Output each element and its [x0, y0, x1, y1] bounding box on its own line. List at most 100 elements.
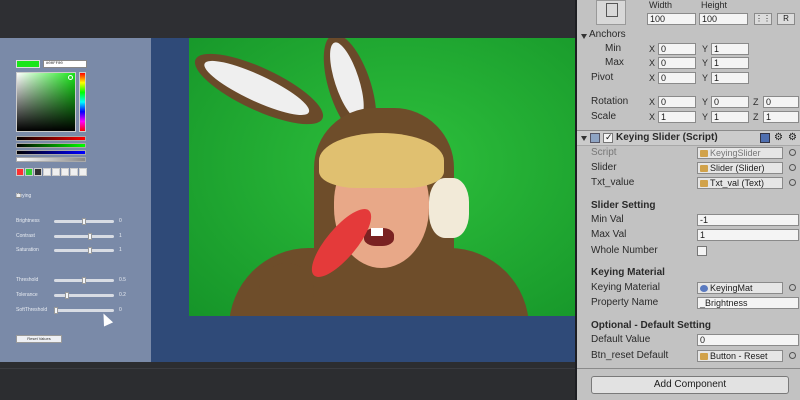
color-swatch[interactable] [16, 60, 40, 68]
color-preset-swatch[interactable] [61, 168, 69, 176]
object-picker-icon[interactable] [789, 284, 796, 291]
slider-name: Brightness [16, 218, 40, 224]
object-picker-icon[interactable] [789, 149, 796, 156]
anchor-preset-inner [606, 3, 618, 17]
component-enabled-checkbox[interactable] [603, 132, 613, 143]
red-channel-slider[interactable] [16, 136, 86, 141]
slider-track[interactable] [54, 233, 114, 240]
slider-track[interactable] [54, 247, 114, 254]
blueprint-mode-button[interactable]: ⋮⋮ [754, 13, 772, 25]
default-value-field[interactable]: 0 [697, 334, 799, 346]
editor-window: #00FF00 Keying Brightness 0 Contrast 1 Satur… [0, 0, 800, 400]
component-foldout-icon[interactable] [581, 136, 587, 141]
color-preset-swatch[interactable] [79, 168, 87, 176]
preset-icon[interactable]: ⚙ [774, 132, 783, 143]
color-preset-swatch[interactable] [52, 168, 60, 176]
divider [577, 368, 800, 369]
material-icon [700, 285, 708, 292]
anchors-label[interactable]: Anchors [589, 29, 626, 40]
slider-handle[interactable] [82, 277, 86, 284]
slider-track[interactable] [54, 277, 114, 284]
color-preset-swatch[interactable] [43, 168, 51, 176]
width-field[interactable]: 100 [647, 13, 696, 25]
anchor-max-y-field[interactable]: 1 [711, 57, 749, 69]
axis-x-label: X [649, 73, 656, 83]
color-preset-swatch[interactable] [25, 168, 33, 176]
script-label: Script [591, 147, 617, 158]
rotation-y-field[interactable]: 0 [711, 96, 749, 108]
slider-name: Contrast [16, 233, 35, 239]
axis-x-label: X [649, 112, 656, 122]
inspector-panel: Width Height 100 100 ⋮⋮ R Anchors Min X … [575, 0, 800, 400]
slider-value: 0 [119, 218, 122, 224]
add-component-button[interactable]: Add Component [591, 376, 789, 394]
divider [0, 368, 575, 369]
color-hex-input[interactable]: #00FF00 [43, 60, 87, 68]
rotation-z-field[interactable]: 0 [763, 96, 799, 108]
width-label: Width [649, 0, 673, 10]
slider-handle[interactable] [65, 292, 70, 299]
anchor-preset-icon[interactable] [596, 0, 626, 25]
game-view-top-bar [0, 0, 575, 38]
bunny-teeth [371, 228, 383, 236]
btn-reset-field[interactable]: Button - Reset [697, 350, 783, 362]
slider-handle[interactable] [54, 307, 58, 314]
keying-toggle[interactable]: Keying [16, 193, 31, 199]
slider-value: 0.2 [119, 292, 126, 298]
pivot-x-field[interactable]: 0 [658, 72, 696, 84]
object-picker-icon[interactable] [789, 179, 796, 186]
slider-field[interactable]: Slider (Slider) [697, 162, 783, 174]
object-picker-icon[interactable] [789, 164, 796, 171]
slider-track[interactable] [54, 292, 114, 299]
property-name-label: Property Name [591, 297, 659, 308]
color-preset-swatch[interactable] [70, 168, 78, 176]
slider-value: 1 [119, 247, 122, 253]
green-channel-slider[interactable] [16, 143, 86, 148]
axis-y-label: Y [702, 73, 709, 83]
saturation-value-picker[interactable] [16, 72, 76, 132]
slider-handle[interactable] [82, 218, 86, 225]
keying-material-label: Keying Material [591, 282, 660, 293]
help-icon[interactable] [760, 133, 770, 143]
txt-value-field[interactable]: Txt_val (Text) [697, 177, 783, 189]
anchor-min-y-field[interactable]: 1 [711, 43, 749, 55]
pivot-y-field[interactable]: 1 [711, 72, 749, 84]
max-val-field[interactable]: 1 [697, 229, 799, 241]
slider-handle[interactable] [87, 233, 92, 240]
blue-channel-slider[interactable] [16, 150, 86, 155]
height-field[interactable]: 100 [699, 13, 748, 25]
slider-value: 1 [119, 233, 122, 239]
scale-y-field[interactable]: 1 [711, 111, 749, 123]
slider-name: Saturation [16, 247, 39, 253]
whole-number-checkbox[interactable] [697, 246, 707, 256]
keying-slider-row: Saturation 1 [16, 246, 131, 255]
color-preset-swatch[interactable] [34, 168, 42, 176]
alpha-channel-slider[interactable] [16, 157, 86, 162]
picker-marker[interactable] [68, 75, 73, 80]
slider-track[interactable] [54, 218, 114, 225]
anchors-foldout-icon[interactable] [581, 34, 587, 39]
hue-slider[interactable] [79, 72, 86, 132]
object-picker-icon[interactable] [789, 352, 796, 359]
settings-gear-icon[interactable]: ⚙ [788, 132, 797, 143]
slider-value: Slider (Slider) [710, 163, 765, 173]
min-val-label: Min Val [591, 214, 624, 225]
script-field: KeyingSlider [697, 147, 783, 159]
slider-handle[interactable] [87, 247, 92, 254]
anchor-max-x-field[interactable]: 0 [658, 57, 696, 69]
keying-material-field[interactable]: KeyingMat [697, 282, 783, 294]
property-name-field[interactable]: _Brightness [697, 297, 799, 309]
txt-value-label: Txt_value [591, 177, 635, 188]
raw-edit-button[interactable]: R [777, 13, 795, 25]
reset-values-button[interactable]: Reset Values [16, 335, 62, 343]
axis-y-label: Y [702, 44, 709, 54]
color-preset-swatch[interactable] [16, 168, 24, 176]
scale-z-field[interactable]: 1 [763, 111, 799, 123]
rotation-x-field[interactable]: 0 [658, 96, 696, 108]
component-header[interactable]: Keying Slider (Script) ⚙ ⚙ [577, 130, 800, 146]
script-value: KeyingSlider [710, 148, 761, 158]
anchor-min-x-field[interactable]: 0 [658, 43, 696, 55]
plush-bunny [429, 178, 469, 238]
min-val-field[interactable]: -1 [697, 214, 799, 226]
scale-x-field[interactable]: 1 [658, 111, 696, 123]
